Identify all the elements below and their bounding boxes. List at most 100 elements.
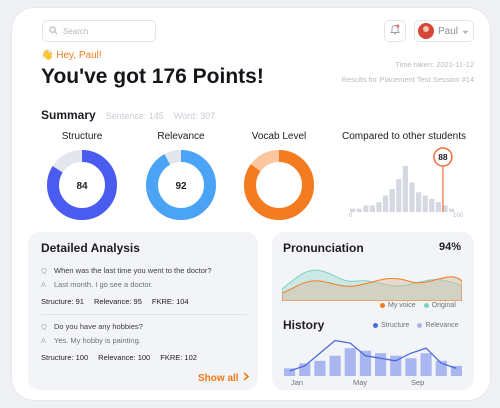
history-bar (314, 360, 326, 376)
time-taken: Time taken: 2021-11-12 (395, 60, 474, 69)
history-legend: Structure Relevance (373, 322, 458, 329)
history-bar (359, 350, 371, 376)
structure-value: 84 (76, 181, 88, 192)
legend-relevance-label: Relevance (425, 322, 459, 329)
distribution-bar (429, 198, 435, 212)
divider (41, 314, 247, 315)
q-mark: Q (41, 266, 47, 275)
structure-score: Structure: 100 (41, 353, 89, 362)
legend-voice: My voice (380, 302, 416, 309)
distribution-bar (383, 195, 389, 212)
history-bar (375, 353, 387, 376)
distribution-bar (435, 202, 441, 212)
notifications-button[interactable] (384, 20, 406, 42)
history-title: History (283, 318, 325, 332)
distribution-bar (356, 208, 362, 212)
structure-dot (373, 322, 378, 328)
show-all-label: Show all (198, 372, 239, 384)
page-title: You've got 176 Points! (41, 65, 264, 88)
scores-2: Structure: 100 Relevance: 100 FKRE: 102 (41, 353, 197, 362)
word-count: Word: 307 (173, 111, 216, 121)
distribution-chart: 88 (350, 147, 455, 212)
history-bar (344, 348, 356, 376)
pronunciation-panel: Pronunciation 94% My voice Original Hist… (272, 232, 474, 390)
history-chart (284, 339, 462, 376)
structure-label: Structure (61, 131, 103, 142)
distribution-bar (369, 205, 375, 212)
relevance-score: Relevance: 95 (93, 297, 142, 306)
distribution-bar (363, 205, 369, 212)
pronunciation-title: Pronunciation (283, 241, 364, 255)
wave-icon: 👋 (41, 50, 54, 61)
relevance-score: Relevance: 100 (98, 353, 151, 362)
voice-dot (380, 302, 385, 308)
pronunciation-chart (282, 269, 462, 301)
avatar (418, 23, 434, 39)
user-name: Paul (438, 25, 459, 37)
summary-header: Summary Sentence: 145 Word: 307 (41, 108, 215, 122)
analysis-panel: Detailed Analysis Q When was the last ti… (28, 232, 258, 390)
answer-text: Yes. My hobby is painting. (54, 336, 141, 345)
legend-structure: Structure (373, 322, 409, 329)
bell-icon (389, 22, 401, 40)
question-2: Q Do you have any hobbies? (41, 322, 143, 331)
distribution-bar (396, 179, 402, 212)
distribution-bar (409, 182, 415, 212)
legend-original: Original (423, 302, 456, 309)
history-bar (405, 358, 417, 376)
q-mark: Q (41, 322, 47, 331)
relevance-value: 92 (175, 181, 187, 192)
history-bar (329, 355, 341, 376)
distribution-bar (422, 195, 428, 212)
distribution-bar (376, 202, 382, 212)
legend-structure-label: Structure (381, 322, 410, 329)
axis-max: 100 (453, 213, 464, 219)
sentence-count: Sentence: 145 (105, 111, 164, 121)
month-may: May (353, 378, 368, 387)
vocab-label: Vocab Level (251, 131, 307, 142)
a-mark: A (41, 336, 47, 345)
axis-min: 0 (349, 213, 353, 219)
distribution-bar (350, 208, 356, 212)
question-text: When was the last time you went to the d… (54, 266, 212, 275)
greeting-text: Hey, Paul! (56, 50, 102, 61)
distribution-bar (389, 189, 395, 212)
fkre-score: FKRE: 104 (151, 297, 189, 306)
greeting: 👋 Hey, Paul! (41, 50, 102, 61)
distribution-bar (402, 166, 408, 212)
answer-text: Last month. I go see a doctor. (54, 280, 153, 289)
original-dot (423, 302, 429, 308)
legend-relevance: Relevance (417, 322, 458, 329)
summary-title: Summary (41, 108, 96, 122)
pronunciation-percent: 94% (439, 241, 462, 253)
a-mark: A (41, 280, 47, 289)
search-input[interactable] (63, 26, 143, 36)
answer-2: A Yes. My hobby is painting. (41, 336, 141, 345)
search-icon (49, 22, 58, 40)
user-menu[interactable]: Paul (414, 20, 474, 42)
analysis-title: Detailed Analysis (41, 241, 140, 255)
question-1: Q When was the last time you went to the… (41, 266, 212, 275)
dashboard-card: Paul 👋 Hey, Paul! You've got 176 Points!… (12, 8, 490, 400)
question-text: Do you have any hobbies? (54, 322, 143, 331)
comparison-title: Compared to other students (342, 131, 466, 142)
history-bar (420, 353, 432, 376)
session-label: Results for Placement Test Session #14 (341, 75, 474, 84)
chevron-down-icon (462, 22, 469, 40)
legend-voice-label: My voice (388, 302, 416, 309)
pronunciation-legend: My voice Original (380, 302, 456, 309)
fkre-score: FKRE: 102 (160, 353, 197, 362)
relevance-label: Relevance (157, 131, 205, 142)
search-box[interactable] (42, 20, 156, 42)
relevance-dot (417, 322, 423, 328)
chevron-right-icon (243, 372, 249, 384)
scores-1: Structure: 91 Relevance: 95 FKRE: 104 (41, 297, 189, 306)
vocab-donut (244, 150, 314, 220)
legend-original-label: Original (431, 302, 456, 309)
answer-1: A Last month. I go see a doctor. (41, 280, 153, 289)
month-sep: Sep (411, 378, 425, 387)
show-all-link[interactable]: Show all (198, 372, 249, 384)
month-jan: Jan (291, 378, 304, 387)
distribution-bar (416, 192, 422, 212)
score-marker-value: 88 (438, 152, 448, 162)
